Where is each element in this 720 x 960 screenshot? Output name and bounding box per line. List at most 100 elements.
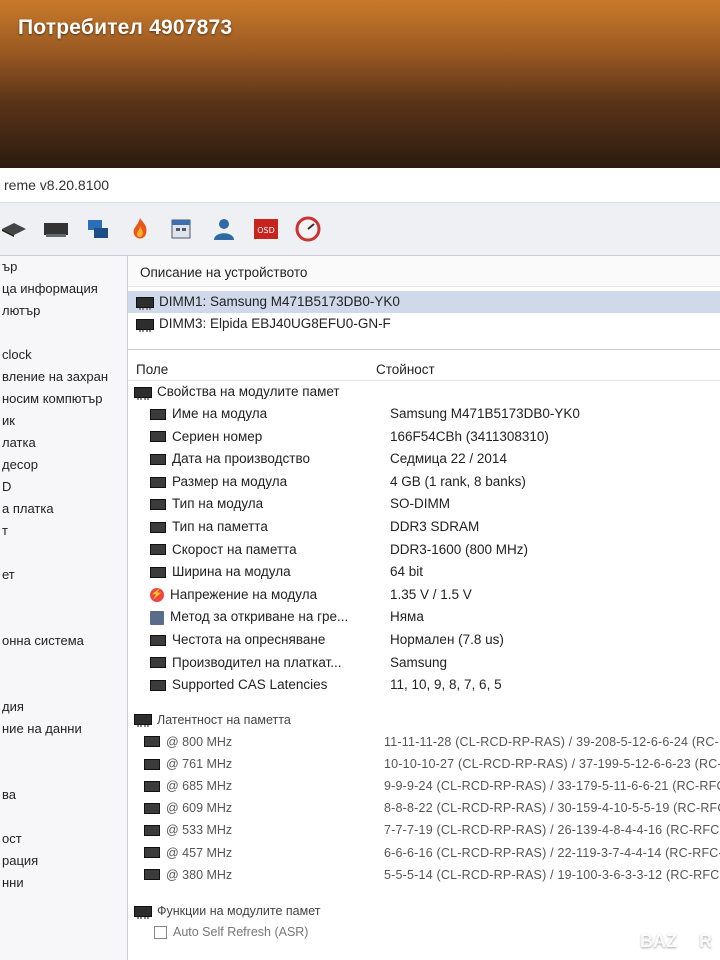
nav-item[interactable] (0, 608, 127, 630)
property-field: Supported CAS Latencies (128, 674, 390, 697)
nav-item[interactable]: вление на захран (0, 366, 127, 388)
nav-item[interactable]: десор (0, 454, 127, 476)
nav-item[interactable]: онна система (0, 630, 127, 652)
property-name: Метод за откриване на гре... (170, 609, 349, 625)
app-window: reme v8.20.8100 OSD ър ца информация лютър… (0, 168, 720, 960)
property-row[interactable]: Сериен номер 166F54CBh (3411308310) (128, 426, 720, 449)
nav-item[interactable]: ост (0, 828, 127, 850)
latency-row[interactable]: @ 380 MHz 5-5-5-14 (CL-RCD-RP-RAS) / 19-1… (128, 864, 720, 886)
features-section: Функции на модулите памет (128, 900, 720, 922)
nav-item[interactable] (0, 806, 127, 828)
latency-freq: @ 800 MHz (128, 731, 384, 753)
property-value: DDR3 SDRAM (390, 518, 480, 534)
property-row[interactable]: Име на модула Samsung M471B5173DB0-YK0 (128, 403, 720, 426)
property-field: Име на модула (128, 403, 390, 426)
property-value: SO-DIMM (390, 496, 450, 512)
nav-item[interactable]: ца информация (0, 278, 127, 300)
property-field: Размер на модула (128, 471, 390, 494)
details-panel: Описание на устройството DIMM1: Samsung … (128, 256, 720, 960)
latency-row[interactable]: @ 761 MHz 10-10-10-27 (CL-RCD-RP-RAS) / 3… (128, 753, 720, 775)
nav-item[interactable]: ва (0, 784, 127, 806)
nav-item[interactable]: лютър (0, 300, 127, 322)
memory-icon[interactable] (0, 216, 28, 242)
property-value: Samsung M471B5173DB0-YK0 (390, 406, 580, 421)
property-name: Тип на модула (172, 496, 264, 512)
frequency-label: @ 761 MHz (166, 756, 233, 771)
column-value[interactable]: Стойност (376, 356, 720, 380)
property-name: Производител на платкат... (172, 654, 342, 670)
latency-row[interactable]: @ 533 MHz 7-7-7-19 (CL-RCD-RP-RAS) / 26-1… (128, 819, 720, 841)
property-name: Честота на опресняване (172, 631, 326, 647)
nav-item[interactable]: D (0, 476, 127, 498)
nav-item[interactable]: ние на данни (0, 718, 127, 740)
document-icon (150, 610, 164, 625)
device-row[interactable]: DIMM1: Samsung M471B5173DB0-YK0 (128, 291, 720, 313)
nav-item[interactable] (0, 652, 127, 674)
gauge-icon[interactable] (294, 216, 322, 242)
nav-item[interactable]: ет (0, 564, 127, 586)
motherboard-icon[interactable] (42, 216, 70, 242)
nav-item[interactable]: рация (0, 850, 127, 872)
device-row[interactable]: DIMM3: Elpida EBJ40UG8EFU0-GN-F (128, 313, 720, 335)
memory-icon (144, 802, 160, 814)
nav-item[interactable] (0, 542, 127, 564)
users-icon[interactable] (210, 216, 238, 242)
property-name: Ширина на модула (172, 564, 291, 580)
nav-item[interactable]: ик (0, 410, 127, 432)
column-field[interactable]: Поле (128, 356, 376, 380)
latency-section: Латентност на паметта (128, 709, 720, 731)
calendar-icon[interactable] (168, 216, 196, 242)
memory-icon (150, 521, 166, 533)
property-row[interactable]: Тип на модула SO-DIMM (128, 493, 720, 516)
nav-item[interactable]: т (0, 520, 127, 542)
nav-item[interactable] (0, 586, 127, 608)
property-row[interactable]: Честота на опресняване Нормален (7.8 us) (128, 629, 720, 652)
memory-icon (134, 714, 152, 728)
memory-icon (144, 869, 160, 881)
checkbox-icon[interactable] (154, 926, 167, 940)
property-row[interactable]: Производител на платкат... Samsung (128, 652, 720, 675)
nav-item[interactable] (0, 740, 127, 762)
memory-icon (144, 736, 160, 748)
property-value: Седмица 22 / 2014 (390, 451, 507, 467)
fire-icon[interactable] (126, 216, 154, 242)
property-row[interactable]: ⚡ Напрежение на модула 1.35 V / 1.5 V (128, 584, 720, 607)
nav-item[interactable]: clock (0, 344, 127, 366)
nav-item[interactable] (0, 674, 127, 696)
nav-item[interactable] (0, 762, 127, 784)
latency-freq: @ 761 MHz (128, 753, 384, 775)
nav-item[interactable]: латка (0, 432, 127, 454)
property-field: Ширина на модула (128, 561, 390, 584)
memory-icon (150, 566, 166, 578)
property-value: Samsung (390, 654, 448, 670)
nav-item[interactable] (0, 322, 127, 344)
latency-row[interactable]: @ 685 MHz 9-9-9-24 (CL-RCD-RP-RAS) / 33-1… (128, 775, 720, 797)
property-row[interactable]: Размер на модула 4 GB (1 rank, 8 banks) (128, 471, 720, 494)
nav-item[interactable]: а платка (0, 498, 127, 520)
latency-row[interactable]: @ 457 MHz 6-6-6-16 (CL-RCD-RP-RAS) / 22-1… (128, 842, 720, 864)
latency-value: 7-7-7-19 (CL-RCD-RP-RAS) / 26-139-4-8-4-… (384, 823, 720, 838)
osd-icon[interactable]: OSD (252, 216, 280, 242)
property-row[interactable]: Supported CAS Latencies 11, 10, 9, 8, 7, … (128, 674, 720, 697)
property-name: Име на модула (172, 406, 268, 421)
nav-item[interactable]: ър (0, 256, 127, 278)
nav-item[interactable]: носим компютър (0, 388, 127, 410)
latency-list: @ 800 MHz 11-11-11-28 (CL-RCD-RP-RAS) / 3… (128, 731, 720, 886)
nav-item[interactable]: дия (0, 696, 127, 718)
property-field: Производител на платкат... (128, 652, 390, 675)
property-row[interactable]: Тип на паметта DDR3 SDRAM (128, 516, 720, 539)
latency-row[interactable]: @ 800 MHz 11-11-11-28 (CL-RCD-RP-RAS) / 3… (128, 731, 720, 753)
nav-item[interactable]: нни (0, 872, 127, 894)
network-icon[interactable] (84, 216, 112, 242)
property-row[interactable]: Дата на производство Седмица 22 / 2014 (128, 448, 720, 471)
latency-row[interactable]: @ 609 MHz 8-8-8-22 (CL-RCD-RP-RAS) / 30-1… (128, 797, 720, 819)
property-row[interactable]: Скорост на паметта DDR3-1600 (800 MHz) (128, 539, 720, 562)
memory-icon (136, 296, 154, 310)
latency-freq: @ 609 MHz (128, 797, 384, 819)
property-row[interactable]: Ширина на модула 64 bit (128, 561, 720, 584)
navigation-tree: ър ца информация лютър clock вление на захра… (0, 256, 128, 960)
section-label: Функции на модулите памет (157, 904, 321, 919)
property-row[interactable]: Метод за откриване на гре... Няма (128, 606, 720, 629)
property-field: Честота на опресняване (128, 629, 390, 652)
device-list: DIMM1: Samsung M471B5173DB0-YK0 DIMM3: El… (128, 287, 720, 350)
